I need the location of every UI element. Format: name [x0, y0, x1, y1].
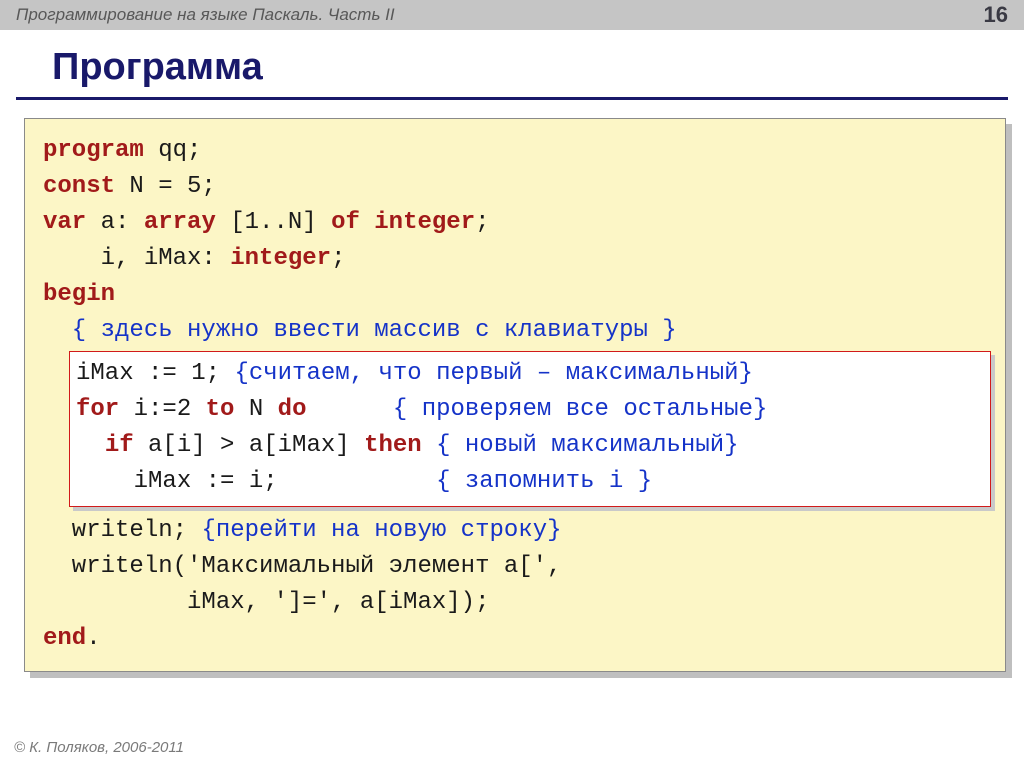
keyword: then — [364, 432, 422, 459]
code-comment: { запомнить i } — [436, 468, 652, 495]
code-line: writeln('Максимальный элемент a[', — [43, 549, 987, 585]
code-box: program qq; const N = 5; var a: array [1… — [24, 118, 1006, 672]
keyword: end — [43, 625, 86, 652]
code-line: iMax, ']=', a[iMax]); — [43, 585, 987, 621]
code-comment: { новый максимальный} — [436, 432, 738, 459]
code-text: ; — [331, 245, 345, 272]
keyword: program — [43, 137, 144, 164]
code-line: for i:=2 to N do { проверяем все остальн… — [76, 392, 980, 428]
code-text: i:=2 — [119, 396, 205, 423]
code-text — [360, 209, 374, 236]
code-text: i, iMax: — [43, 245, 230, 272]
code-comment: { здесь нужно ввести массив с клавиатуры… — [43, 313, 987, 349]
keyword: array — [144, 209, 216, 236]
code-text: a: — [86, 209, 144, 236]
code-text: N — [234, 396, 277, 423]
page-number: 16 — [984, 2, 1008, 28]
code-line: program qq; — [43, 133, 987, 169]
highlight-box: iMax := 1; {считаем, что первый – максим… — [69, 351, 991, 507]
code-text — [306, 396, 392, 423]
code-line: var a: array [1..N] of integer; — [43, 205, 987, 241]
code-text: iMax := 1; — [76, 360, 234, 387]
keyword: integer — [230, 245, 331, 272]
code-line: const N = 5; — [43, 169, 987, 205]
code-text: qq; — [144, 137, 202, 164]
highlight-block: iMax := 1; {считаем, что первый – максим… — [69, 351, 991, 507]
keyword: var — [43, 209, 86, 236]
keyword: to — [206, 396, 235, 423]
code-text: a[i] > a[iMax] — [134, 432, 364, 459]
code-text — [76, 432, 105, 459]
code-text: iMax := i; — [76, 468, 436, 495]
code-line: writeln; {перейти на новую строку} — [43, 513, 987, 549]
keyword: const — [43, 173, 115, 200]
code-comment: {считаем, что первый – максимальный} — [234, 360, 752, 387]
slide-title: Программа — [16, 30, 1008, 100]
code-text: N = 5; — [115, 173, 216, 200]
code-text: [1..N] — [216, 209, 331, 236]
code-line: i, iMax: integer; — [43, 241, 987, 277]
keyword: of — [331, 209, 360, 236]
keyword: do — [278, 396, 307, 423]
code-line: iMax := i; { запомнить i } — [76, 464, 980, 500]
keyword: integer — [374, 209, 475, 236]
keyword: if — [105, 432, 134, 459]
code-comment: {перейти на новую строку} — [201, 517, 561, 544]
code-line: if a[i] > a[iMax] then { новый максималь… — [76, 428, 980, 464]
code-text — [422, 432, 436, 459]
header-title: Программирование на языке Паскаль. Часть… — [16, 5, 395, 25]
header-bar: Программирование на языке Паскаль. Часть… — [0, 0, 1024, 30]
code-line: end. — [43, 621, 987, 657]
keyword: begin — [43, 281, 115, 308]
code-line: begin — [43, 277, 987, 313]
footer-copyright: © К. Поляков, 2006-2011 — [14, 739, 184, 756]
keyword: for — [76, 396, 119, 423]
code-comment: { проверяем все остальные} — [393, 396, 767, 423]
code-container: program qq; const N = 5; var a: array [1… — [24, 118, 1006, 672]
code-text: writeln; — [43, 517, 201, 544]
code-line: iMax := 1; {считаем, что первый – максим… — [76, 356, 980, 392]
code-text: . — [86, 625, 100, 652]
code-text: ; — [475, 209, 489, 236]
